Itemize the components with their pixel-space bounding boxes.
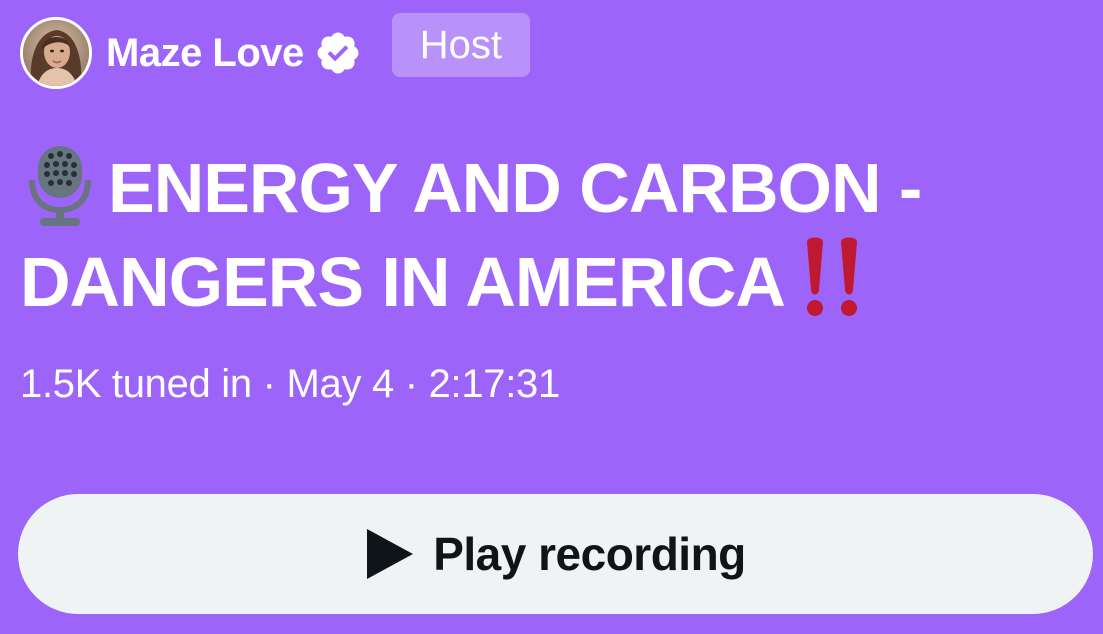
space-meta: 1.5K tuned in · May 4 · 2:17:31 [20, 362, 560, 406]
play-icon [365, 527, 415, 581]
host-name[interactable]: Maze Love [106, 33, 304, 73]
space-title-text: ENERGY AND CARBON - DANGERS IN AMERICA [20, 149, 922, 321]
host-role-badge: Host [391, 13, 531, 77]
avatar[interactable] [20, 17, 92, 89]
verified-badge-icon [314, 29, 362, 77]
play-recording-label: Play recording [433, 528, 746, 580]
microphone-icon [20, 140, 104, 230]
play-recording-button[interactable]: Play recording [18, 494, 1093, 614]
double-exclamation-icon [801, 234, 865, 320]
space-title: ENERGY AND CARBON - DANGERS IN AMERICA [20, 140, 1080, 328]
space-card: Maze Love Host ENERGY AND CARBON - DANGE… [0, 0, 1103, 634]
host-row: Maze Love Host [20, 13, 531, 92]
